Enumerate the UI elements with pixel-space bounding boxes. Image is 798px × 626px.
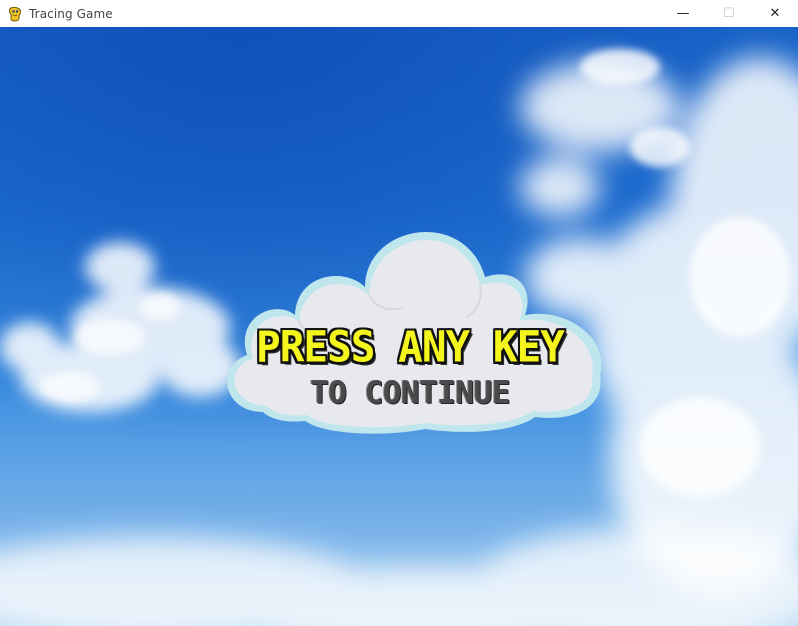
title-bar[interactable]: Tracing Game — ☐ ✕ xyxy=(0,0,798,27)
game-window: Tracing Game — ☐ ✕ PRESS ANY KEY TO CONT… xyxy=(0,0,798,626)
message-cloud: PRESS ANY KEY TO CONTINUE xyxy=(215,207,605,437)
game-canvas[interactable]: PRESS ANY KEY TO CONTINUE xyxy=(0,27,798,626)
press-any-key-text: PRESS ANY KEY xyxy=(256,321,565,373)
maximize-button[interactable]: ☐ xyxy=(706,0,752,27)
pygame-snake-icon xyxy=(7,6,23,22)
close-button[interactable]: ✕ xyxy=(752,0,798,27)
minimize-button[interactable]: — xyxy=(660,0,706,27)
window-controls: — ☐ ✕ xyxy=(660,0,798,27)
window-title: Tracing Game xyxy=(29,6,113,21)
to-continue-text: TO CONTINUE xyxy=(310,375,510,411)
